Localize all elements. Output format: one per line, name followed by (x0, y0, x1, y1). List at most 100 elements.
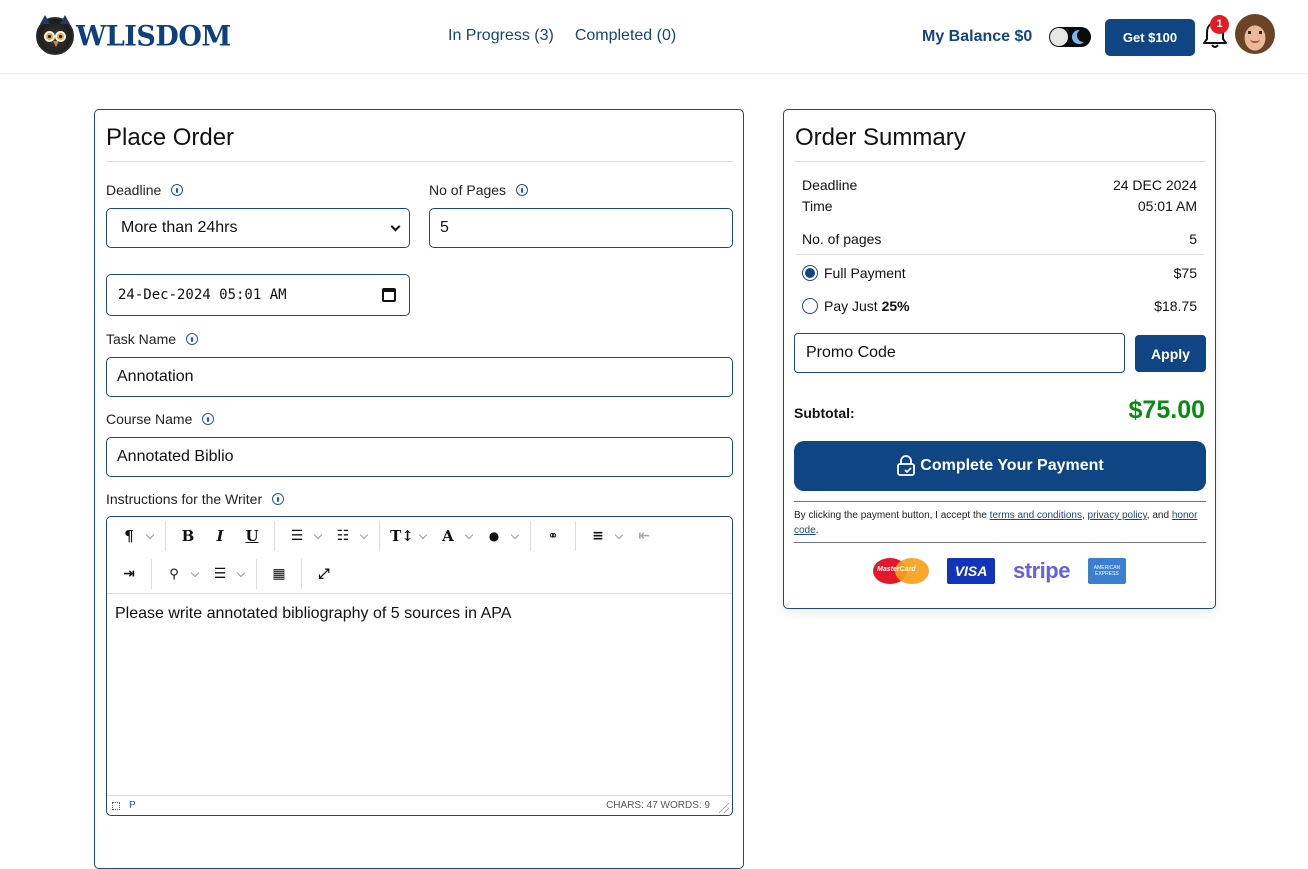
privacy-link[interactable]: privacy policy (1088, 510, 1147, 521)
chevron-down-icon[interactable] (418, 531, 428, 541)
pay-button-label: Complete Your Payment (920, 457, 1104, 474)
divider (794, 161, 1206, 162)
lock-icon (897, 455, 916, 476)
chevron-down-icon[interactable] (510, 531, 520, 541)
course-name-label: Course Name (106, 411, 215, 427)
toggle-knob (1050, 28, 1068, 46)
chevron-down-icon[interactable] (313, 531, 323, 541)
instructions-editor[interactable]: ¶ B I U ☰ ☷ T↕ A ● ⚭ ≡ ⇤ ⇥ ⚲ ☰ ▦ ⤢ Pleas… (106, 516, 733, 816)
pages-input-value: 5 (440, 219, 449, 236)
numbered-list-icon[interactable]: ☷ (331, 524, 355, 548)
chevron-down-icon[interactable] (190, 569, 200, 579)
fullscreen-icon[interactable]: ⤢ (312, 562, 336, 586)
divider (794, 542, 1206, 543)
course-name-label-text: Course Name (106, 411, 193, 427)
deadline-label: Deadline (106, 182, 184, 198)
place-order-title: Place Order (106, 124, 235, 151)
nav-completed[interactable]: Completed (0) (575, 27, 676, 45)
chevron-down-icon[interactable] (359, 531, 369, 541)
payment-brands: MasterCard VISA stripe AMERICAN EXPRESS (784, 558, 1215, 584)
balance-link[interactable]: My Balance $0 (922, 28, 1032, 46)
editor-content[interactable]: Please write annotated bibliography of 5… (115, 605, 511, 623)
editor-toolbar-row-1: ¶ B I U ☰ ☷ T↕ A ● ⚭ ≡ ⇤ (107, 517, 666, 555)
order-summary-title: Order Summary (795, 124, 966, 151)
task-name-label: Task Name (106, 331, 199, 347)
deadline-select[interactable]: More than 24hrs (106, 208, 410, 248)
pages-label: No of Pages (429, 182, 529, 198)
payment-option-value: $75 (1173, 265, 1197, 281)
divider (794, 501, 1206, 502)
deadline-datetime-input[interactable]: 24-Dec-2024 05:01 AM (106, 274, 410, 316)
resize-handle[interactable] (719, 803, 729, 813)
align-left-icon[interactable]: ≡ (586, 524, 610, 548)
paragraph-icon[interactable]: ¶ (117, 524, 141, 548)
pages-label-text: No of Pages (429, 182, 507, 198)
editor-status-bar: P CHARS: 47 WORDS: 9 (107, 795, 732, 815)
font-family-icon[interactable]: A (436, 524, 460, 548)
summary-value: 24 DEC 2024 (1112, 177, 1197, 193)
summary-row-time: Time 05:01 AM (802, 198, 1197, 214)
line-height-icon[interactable]: ☰ (208, 562, 232, 586)
radio-full-payment[interactable] (802, 265, 818, 281)
stripe-icon: stripe (1013, 558, 1070, 583)
avatar[interactable] (1235, 14, 1275, 54)
summary-label: Time (802, 198, 833, 214)
outdent-icon[interactable]: ⇤ (632, 524, 656, 548)
search-icon[interactable]: ⚲ (162, 562, 186, 586)
deadline-select-value: More than 24hrs (121, 219, 238, 236)
subtotal-value: $75.00 (1128, 396, 1205, 424)
calendar-icon[interactable] (382, 288, 396, 302)
bold-icon[interactable]: B (176, 524, 200, 548)
summary-row-pages: No. of pages 5 (802, 231, 1197, 247)
notification-badge: 1 (1210, 15, 1229, 34)
payment-option-percent: 25% (881, 298, 910, 314)
info-icon[interactable] (202, 413, 215, 425)
info-icon[interactable] (186, 333, 199, 345)
divider (796, 254, 1204, 255)
terms-link[interactable]: terms and conditions (990, 510, 1082, 521)
mastercard-label: MasterCard (877, 566, 916, 573)
complete-payment-button[interactable]: Complete Your Payment (794, 441, 1206, 491)
brand-logo[interactable]: WLISDOM (36, 15, 231, 55)
link-icon[interactable]: ⚭ (541, 524, 565, 548)
table-icon[interactable]: ▦ (267, 562, 291, 586)
bullet-list-icon[interactable]: ☰ (285, 524, 309, 548)
chevron-down-icon[interactable] (614, 531, 624, 541)
terms-notice: By clicking the payment button, I accept… (794, 508, 1206, 538)
font-size-icon[interactable]: T↕ (390, 524, 414, 548)
chevron-down-icon[interactable] (236, 569, 246, 579)
source-icon[interactable] (112, 802, 120, 810)
order-summary-card: Order Summary Deadline 24 DEC 2024 Time … (783, 109, 1216, 609)
payment-option-partial[interactable]: Pay Just 25% $18.75 (802, 298, 1197, 314)
deadline-label-text: Deadline (106, 182, 162, 198)
color-drop-icon[interactable]: ● (482, 524, 506, 548)
underline-icon[interactable]: U (240, 524, 264, 548)
theme-toggle[interactable] (1049, 27, 1091, 47)
info-icon[interactable] (171, 184, 184, 196)
instructions-label-text: Instructions for the Writer (106, 491, 263, 507)
moon-icon (1072, 29, 1090, 44)
chevron-down-icon[interactable] (464, 531, 474, 541)
radio-partial-payment[interactable] (802, 298, 818, 314)
payment-option-label: Pay Just (824, 298, 878, 314)
get-100-button[interactable]: Get $100 (1105, 19, 1195, 56)
main-nav: In Progress (3) Completed (0) (448, 27, 676, 45)
chevron-down-icon[interactable] (145, 531, 155, 541)
subtotal-label: Subtotal: (794, 405, 855, 421)
apply-promo-button[interactable]: Apply (1135, 335, 1206, 372)
payment-option-full[interactable]: Full Payment $75 (802, 265, 1197, 281)
summary-label: Deadline (802, 177, 858, 193)
promo-code-input[interactable]: Promo Code (794, 333, 1125, 373)
course-name-input[interactable]: Annotated Biblio (106, 437, 733, 477)
nav-in-progress[interactable]: In Progress (3) (448, 27, 554, 45)
task-name-input[interactable]: Annotation (106, 357, 733, 397)
info-icon[interactable] (516, 184, 529, 196)
italic-icon[interactable]: I (208, 524, 232, 548)
summary-row-deadline: Deadline 24 DEC 2024 (802, 177, 1197, 193)
element-path[interactable]: P (129, 800, 136, 811)
info-icon[interactable] (272, 493, 285, 505)
indent-icon[interactable]: ⇥ (117, 562, 141, 586)
visa-icon: VISA (947, 558, 996, 584)
pages-input[interactable]: 5 (429, 208, 733, 248)
brand-name: WLISDOM (76, 19, 231, 53)
